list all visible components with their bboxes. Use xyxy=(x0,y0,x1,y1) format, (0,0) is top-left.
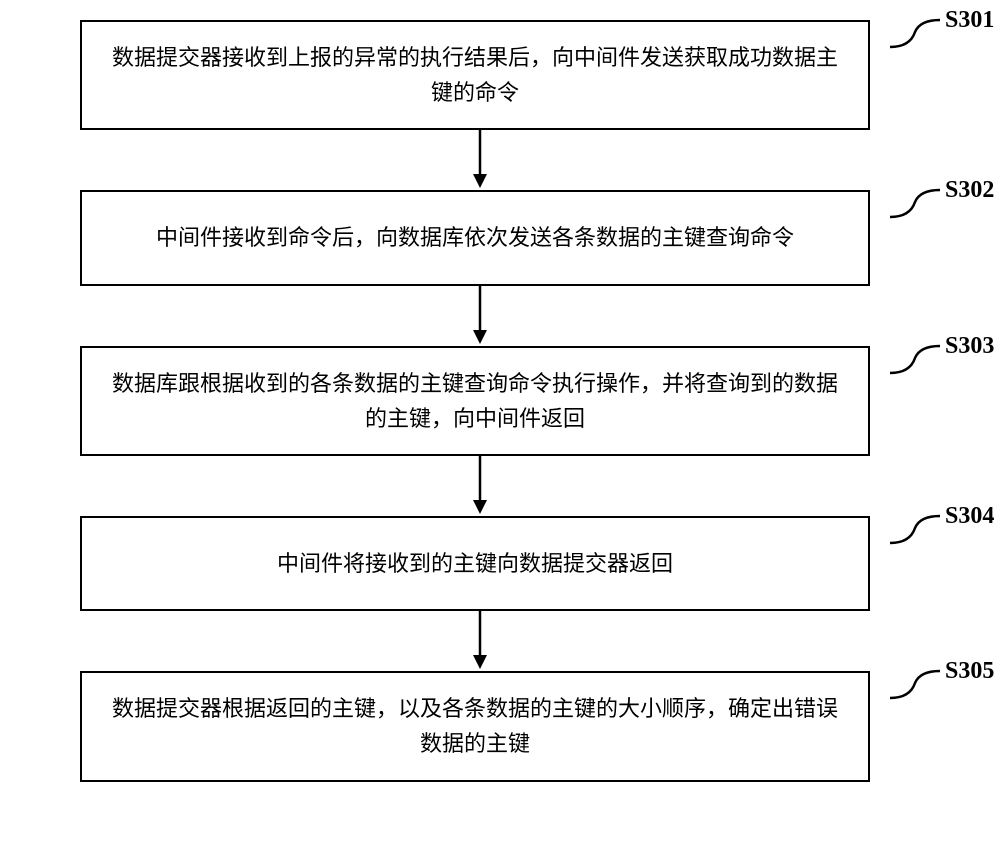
step-label-3: S303 xyxy=(945,333,994,360)
step-label-wrap-5: S305 xyxy=(890,663,960,703)
step-label-4: S304 xyxy=(945,503,994,530)
step-label-wrap-3: S303 xyxy=(890,338,960,378)
arrow-1 xyxy=(20,130,980,190)
step-box-1: 数据提交器接收到上报的异常的执行结果后，向中间件发送获取成功数据主键的命令 xyxy=(80,20,870,130)
step-label-1: S301 xyxy=(945,7,994,34)
step-text-1: 数据提交器接收到上报的异常的执行结果后，向中间件发送获取成功数据主键的命令 xyxy=(102,40,848,110)
step-text-3: 数据库跟根据收到的各条数据的主键查询命令执行操作，并将查询到的数据的主键，向中间… xyxy=(102,366,848,436)
step-row-2: 中间件接收到命令后，向数据库依次发送各条数据的主键查询命令 S302 xyxy=(20,190,980,285)
step-label-wrap-2: S302 xyxy=(890,182,960,222)
step-row-4: 中间件将接收到的主键向数据提交器返回 S304 xyxy=(20,516,980,611)
step-row-1: 数据提交器接收到上报的异常的执行结果后，向中间件发送获取成功数据主键的命令 S3… xyxy=(20,20,980,130)
step-label-wrap-4: S304 xyxy=(890,508,960,548)
step-label-5: S305 xyxy=(945,658,994,685)
step-box-3: 数据库跟根据收到的各条数据的主键查询命令执行操作，并将查询到的数据的主键，向中间… xyxy=(80,346,870,456)
step-text-4: 中间件将接收到的主键向数据提交器返回 xyxy=(277,546,673,581)
step-label-2: S302 xyxy=(945,177,994,204)
flowchart-container: 数据提交器接收到上报的异常的执行结果后，向中间件发送获取成功数据主键的命令 S3… xyxy=(20,20,980,782)
arrow-3 xyxy=(20,456,980,516)
step-label-wrap-1: S301 xyxy=(890,12,960,52)
step-box-4: 中间件将接收到的主键向数据提交器返回 xyxy=(80,516,870,611)
step-row-5: 数据提交器根据返回的主键，以及各条数据的主键的大小顺序，确定出错误数据的主键 S… xyxy=(20,671,980,781)
arrow-2 xyxy=(20,286,980,346)
step-text-5: 数据提交器根据返回的主键，以及各条数据的主键的大小顺序，确定出错误数据的主键 xyxy=(102,691,848,761)
step-box-2: 中间件接收到命令后，向数据库依次发送各条数据的主键查询命令 xyxy=(80,190,870,285)
step-box-5: 数据提交器根据返回的主键，以及各条数据的主键的大小顺序，确定出错误数据的主键 xyxy=(80,671,870,781)
step-text-2: 中间件接收到命令后，向数据库依次发送各条数据的主键查询命令 xyxy=(156,220,794,255)
arrow-4 xyxy=(20,611,980,671)
step-row-3: 数据库跟根据收到的各条数据的主键查询命令执行操作，并将查询到的数据的主键，向中间… xyxy=(20,346,980,456)
